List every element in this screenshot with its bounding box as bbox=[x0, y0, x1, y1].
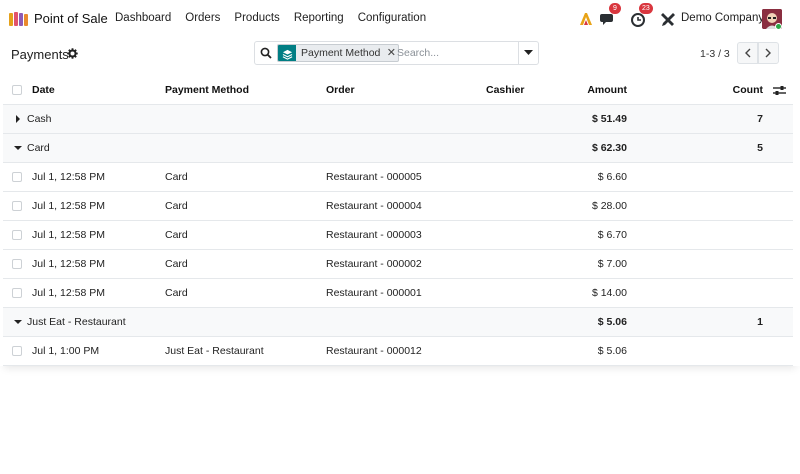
search-bar[interactable]: Payment Method ✕ bbox=[254, 41, 539, 65]
cell-amount: $ 14.00 bbox=[591, 287, 627, 299]
group-amount: $ 51.49 bbox=[591, 113, 627, 125]
cell-amount: $ 28.00 bbox=[591, 200, 627, 212]
column-header-date[interactable]: Date bbox=[32, 76, 55, 104]
cell-order: Restaurant - 000001 bbox=[326, 287, 422, 299]
cell-date: Jul 1, 1:00 PM bbox=[32, 345, 100, 357]
cell-amount: $ 7.00 bbox=[597, 258, 627, 270]
row-checkbox[interactable] bbox=[12, 288, 22, 298]
cell-amount: $ 6.70 bbox=[597, 229, 627, 241]
cell-payment-method: Card bbox=[165, 287, 188, 299]
page-title: Payments bbox=[11, 47, 69, 62]
cell-date: Jul 1, 12:58 PM bbox=[32, 200, 105, 212]
online-status-indicator bbox=[775, 23, 782, 30]
studio-icon[interactable] bbox=[578, 11, 594, 27]
select-all-checkbox[interactable] bbox=[12, 85, 22, 95]
cell-order: Restaurant - 000002 bbox=[326, 258, 422, 270]
group-name: Cash bbox=[27, 113, 52, 125]
column-header-payment-method[interactable]: Payment Method bbox=[165, 76, 249, 104]
pager-value[interactable]: 1-3 / 3 bbox=[700, 48, 730, 60]
table-row[interactable]: Jul 1, 12:58 PM Card Restaurant - 000005… bbox=[3, 163, 793, 192]
column-header-order[interactable]: Order bbox=[326, 76, 355, 104]
row-checkbox[interactable] bbox=[12, 259, 22, 269]
group-count: 5 bbox=[757, 142, 763, 154]
payments-list: Date Payment Method Order Cashier Amount… bbox=[0, 76, 800, 366]
table-row[interactable]: Jul 1, 12:58 PM Card Restaurant - 000004… bbox=[3, 192, 793, 221]
search-icon[interactable] bbox=[260, 47, 272, 59]
list-header: Date Payment Method Order Cashier Amount… bbox=[3, 76, 793, 105]
cell-date: Jul 1, 12:58 PM bbox=[32, 258, 105, 270]
cell-order: Restaurant - 000005 bbox=[326, 171, 422, 183]
cell-payment-method: Card bbox=[165, 229, 188, 241]
group-row-cash[interactable]: Cash $ 51.49 7 bbox=[3, 105, 793, 134]
column-header-count[interactable]: Count bbox=[683, 76, 763, 104]
pager-previous-button[interactable] bbox=[737, 42, 758, 64]
group-amount: $ 62.30 bbox=[591, 142, 627, 154]
cell-date: Jul 1, 12:58 PM bbox=[32, 229, 105, 241]
column-header-cashier[interactable]: Cashier bbox=[486, 76, 525, 104]
search-facet-groupby: Payment Method ✕ bbox=[277, 44, 400, 62]
table-row[interactable]: Jul 1, 12:58 PM Card Restaurant - 000002… bbox=[3, 250, 793, 279]
caret-down-icon bbox=[14, 320, 22, 324]
column-header-amount[interactable]: Amount bbox=[543, 76, 627, 104]
row-checkbox[interactable] bbox=[12, 346, 22, 356]
cell-amount: $ 6.60 bbox=[597, 171, 627, 183]
search-input[interactable] bbox=[397, 45, 512, 61]
control-panel: Payments Payment Method ✕ Search... 1-3 … bbox=[0, 38, 800, 76]
company-switcher[interactable]: Demo Company bbox=[681, 12, 764, 24]
optional-columns-sliders-icon[interactable] bbox=[773, 84, 786, 97]
table-row[interactable]: Jul 1, 12:58 PM Card Restaurant - 000003… bbox=[3, 221, 793, 250]
group-count: 1 bbox=[757, 316, 763, 328]
systray: 9 23 Demo Company bbox=[0, 3, 800, 30]
cell-date: Jul 1, 12:58 PM bbox=[32, 287, 105, 299]
cell-payment-method: Card bbox=[165, 200, 188, 212]
search-options-toggle[interactable] bbox=[518, 42, 538, 64]
cell-payment-method: Card bbox=[165, 171, 188, 183]
group-count: 7 bbox=[757, 113, 763, 125]
cell-payment-method: Card bbox=[165, 258, 188, 270]
table-row[interactable]: Jul 1, 1:00 PM Just Eat - Restaurant Res… bbox=[3, 337, 793, 366]
row-checkbox[interactable] bbox=[12, 230, 22, 240]
facet-label: Payment Method bbox=[301, 47, 381, 59]
activities-badge: 23 bbox=[639, 3, 653, 14]
chevron-left-icon bbox=[745, 48, 751, 58]
table-row[interactable]: Jul 1, 12:58 PM Card Restaurant - 000001… bbox=[3, 279, 793, 308]
cell-order: Restaurant - 000012 bbox=[326, 345, 422, 357]
cell-order: Restaurant - 000004 bbox=[326, 200, 422, 212]
messages-badge: 9 bbox=[609, 3, 621, 14]
cell-date: Jul 1, 12:58 PM bbox=[32, 171, 105, 183]
row-checkbox[interactable] bbox=[12, 201, 22, 211]
group-name: Just Eat - Restaurant bbox=[27, 316, 126, 328]
group-amount: $ 5.06 bbox=[597, 316, 627, 328]
group-row-just-eat-restaurant[interactable]: Just Eat - Restaurant $ 5.06 1 bbox=[3, 308, 793, 337]
caret-down-icon bbox=[524, 50, 533, 55]
chevron-right-icon bbox=[765, 48, 771, 58]
caret-right-icon bbox=[16, 115, 20, 123]
layers-icon bbox=[278, 45, 296, 61]
caret-down-icon bbox=[14, 146, 22, 150]
group-name: Card bbox=[27, 142, 50, 154]
row-checkbox[interactable] bbox=[12, 172, 22, 182]
cell-amount: $ 5.06 bbox=[597, 345, 627, 357]
cell-payment-method: Just Eat - Restaurant bbox=[165, 345, 264, 357]
gear-icon[interactable] bbox=[67, 48, 78, 59]
tools-icon[interactable] bbox=[660, 11, 676, 27]
cell-order: Restaurant - 000003 bbox=[326, 229, 422, 241]
pager-next-button[interactable] bbox=[758, 42, 779, 64]
top-navbar: Point of Sale Dashboard Orders Products … bbox=[0, 0, 800, 38]
group-row-card[interactable]: Card $ 62.30 5 bbox=[3, 134, 793, 163]
